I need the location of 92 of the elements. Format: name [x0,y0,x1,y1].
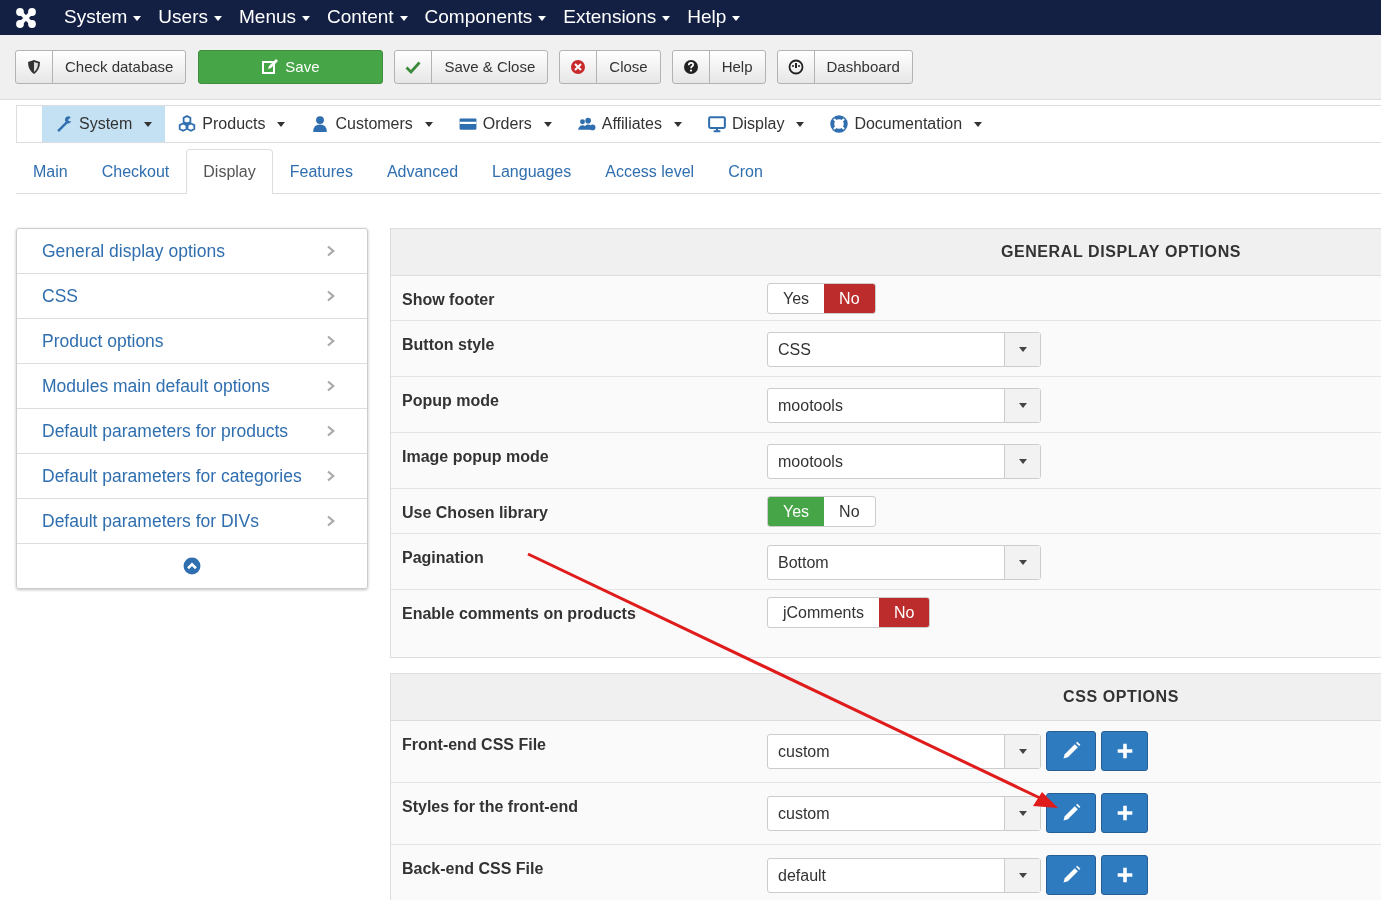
chevron-right-icon [325,513,337,529]
select-field[interactable]: mootools [767,444,1041,479]
submenu-item[interactable]: Customers [298,106,446,142]
select-field[interactable]: default [767,858,1041,893]
menu-item[interactable]: Extensions [554,3,679,32]
add-button[interactable] [1101,731,1148,771]
field-label: Use Chosen library [402,503,549,523]
select-field[interactable]: Bottom [767,545,1041,580]
field-label: Back-end CSS File [402,859,545,879]
menu-item[interactable]: System [55,3,150,32]
menu-item[interactable]: Content [318,3,416,32]
toolbar-button[interactable]: Dashboard [776,50,913,84]
cubes-icon [178,115,197,133]
toolbar-button[interactable]: Help [671,50,766,84]
sidebar-item[interactable]: Default parameters for products [17,409,367,454]
chevron-right-icon [325,333,337,349]
sidebar-item[interactable]: CSS [17,274,367,319]
pencil-icon [1061,741,1081,761]
submenu-item[interactable]: Orders [445,106,565,142]
panel-title: CSS OPTIONS [391,674,1381,721]
sidebar-item[interactable]: Product options [17,319,367,364]
toggle-option[interactable]: No [824,284,875,313]
wrench-icon [55,115,73,133]
card-icon [458,115,477,133]
tab[interactable]: Cron [711,149,780,194]
select-field[interactable]: custom [767,734,1041,769]
edit-icon [262,59,279,75]
chevron-right-icon [325,423,337,439]
toolbar-button[interactable]: Check database [15,50,187,84]
panel-title: GENERAL DISPLAY OPTIONS [391,229,1381,276]
tab[interactable]: Access level [588,149,712,194]
field-label: Enable comments on products [402,604,637,624]
select-field[interactable]: CSS [767,332,1041,367]
select-field[interactable]: mootools [767,388,1041,423]
gauge-icon [787,59,804,75]
sidebar-item[interactable]: Modules main default options [17,364,367,409]
logo-icon[interactable] [14,5,38,30]
plus-icon [1115,742,1134,760]
user-icon [311,115,330,133]
field-label: Image popup mode [402,447,550,467]
field-label: Show footer [402,290,496,310]
sidebar-item[interactable]: General display options [17,229,367,274]
close-icon [570,59,587,75]
sidebar-item[interactable]: Default parameters for categories [17,454,367,499]
field-label: Popup mode [402,391,500,411]
tab[interactable]: Display [186,149,273,194]
menu-item[interactable]: Users [149,3,230,32]
field-label: Front-end CSS File [402,735,547,755]
submenu-item[interactable]: Products [165,106,299,142]
field-label: Button style [402,335,496,355]
submenu-item[interactable]: Documentation [817,106,996,142]
field-label: Styles for the front-end [402,797,579,817]
submenu-item[interactable]: System [42,106,166,142]
pencil-icon [1061,865,1081,885]
add-button[interactable] [1101,855,1148,895]
submenu-item[interactable]: Display [694,106,818,142]
help-icon [682,59,699,75]
chevron-right-icon [325,243,337,259]
collapse-up-icon[interactable] [183,557,201,575]
plus-icon [1115,866,1134,884]
tab[interactable]: Features [272,149,370,194]
lifebuoy-icon [830,115,849,133]
toolbar-button[interactable]: Close [559,50,661,84]
plus-icon [1115,804,1134,822]
tab[interactable]: Main [16,149,85,194]
check-icon [405,59,422,75]
shield-icon [26,59,42,75]
edit-button[interactable] [1046,731,1096,771]
tab[interactable]: Languages [475,149,589,194]
select-field[interactable]: custom [767,796,1041,831]
chevron-right-icon [325,288,337,304]
submenu-item[interactable]: Affiliates [564,106,695,142]
pencil-icon [1061,803,1081,823]
menu-item[interactable]: Help [678,3,749,32]
chevron-right-icon [325,468,337,484]
toggle-option[interactable]: No [878,598,930,627]
tab[interactable]: Advanced [369,149,476,194]
chevron-right-icon [325,378,337,394]
toggle-option[interactable]: Yes [768,284,825,313]
tab[interactable]: Checkout [84,149,187,194]
toolbar-button[interactable]: Save & Close [394,50,549,84]
toggle-option[interactable]: No [824,497,875,526]
users-icon [577,115,596,133]
sidebar-item[interactable]: Default parameters for DIVs [17,499,367,544]
menu-item[interactable]: Menus [230,3,318,32]
edit-button[interactable] [1046,855,1096,895]
menu-item[interactable]: Components [415,3,555,32]
field-label: Pagination [402,548,485,568]
toggle-option[interactable]: jComments [768,598,879,627]
edit-button[interactable] [1046,793,1096,833]
add-button[interactable] [1101,793,1148,833]
monitor-icon [707,115,726,133]
